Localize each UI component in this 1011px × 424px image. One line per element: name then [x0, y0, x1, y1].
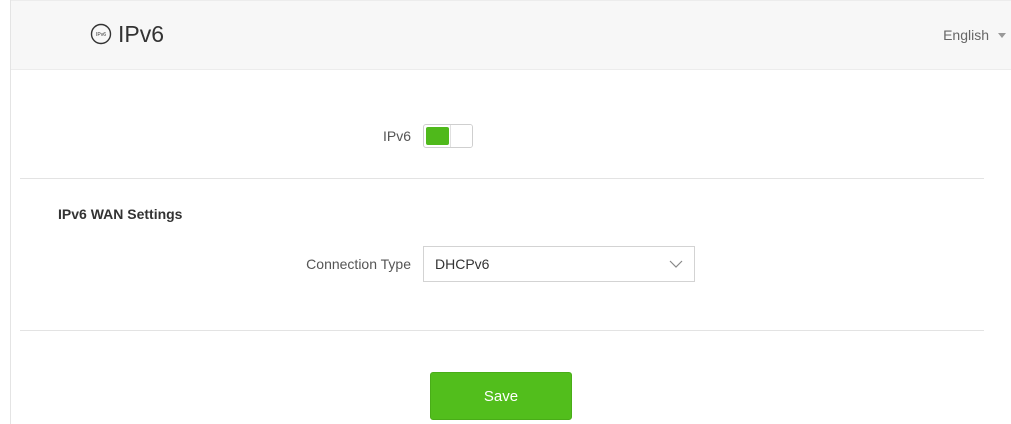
- ipv6-toggle-label: IPv6: [382, 128, 411, 144]
- page-frame: IPv6 IPv6 English IPv6 IPv6 WAN Settings…: [10, 0, 1011, 424]
- connection-type-select[interactable]: DHCPv6: [423, 246, 695, 282]
- caret-down-icon: [998, 32, 1006, 38]
- ipv6-circle-icon: IPv6: [90, 23, 112, 45]
- save-button[interactable]: Save: [430, 372, 572, 420]
- toggle-on-fill: [426, 127, 449, 145]
- divider: [20, 330, 984, 331]
- connection-type-label: Connection Type: [306, 256, 411, 272]
- page-header: IPv6 IPv6 English: [11, 0, 1011, 70]
- divider: [20, 178, 984, 179]
- chevron-down-icon: [669, 260, 683, 268]
- page-title: IPv6: [118, 21, 165, 47]
- ipv6-icon-text: IPv6: [96, 32, 106, 38]
- toggle-knob: [450, 125, 472, 147]
- language-label: English: [943, 27, 989, 43]
- language-selector[interactable]: English: [943, 27, 1006, 43]
- ipv6-toggle[interactable]: [423, 124, 473, 148]
- section-title-ipv6-wan: IPv6 WAN Settings: [58, 206, 183, 222]
- connection-type-value: DHCPv6: [435, 256, 490, 272]
